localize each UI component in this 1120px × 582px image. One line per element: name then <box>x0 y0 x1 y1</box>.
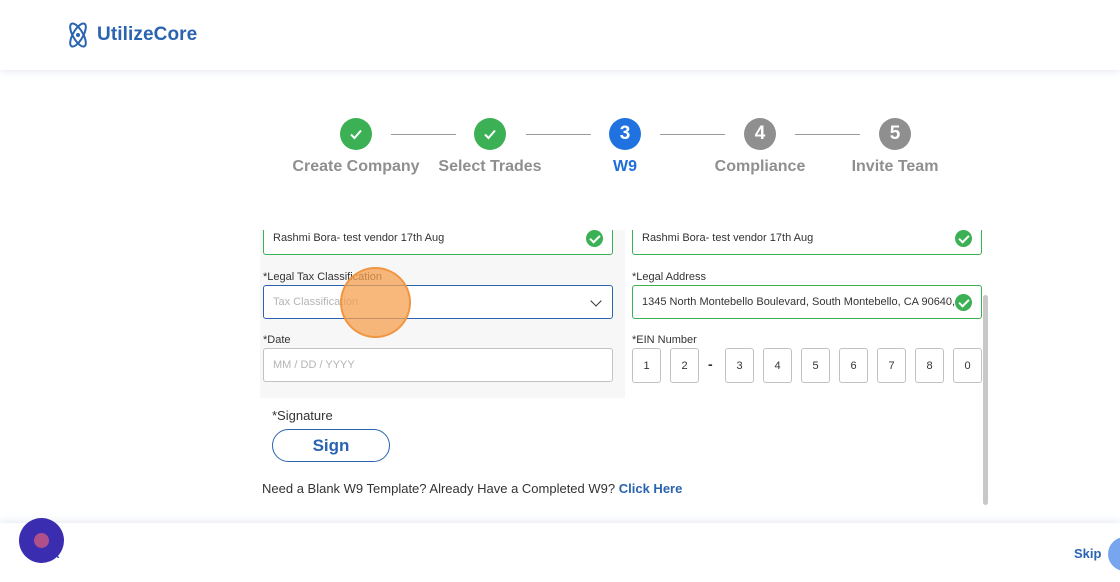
legal-name-value: Rashmi Bora- test vendor 17th Aug <box>642 232 814 244</box>
step-select-trades[interactable]: Select Trades <box>420 118 560 175</box>
legal-address-value: 1345 North Montebello Boulevard, South M… <box>642 296 956 308</box>
chat-icon <box>34 533 49 548</box>
ein-dash: - <box>708 356 713 372</box>
ein-digit-9[interactable]: 0 <box>953 348 982 383</box>
ein-digit-7[interactable]: 7 <box>877 348 906 383</box>
chevron-down-icon[interactable] <box>590 295 602 307</box>
legal-name-field-left[interactable]: Rashmi Bora- test vendor 17th Aug <box>263 230 613 255</box>
step-label: Select Trades <box>438 158 542 175</box>
check-icon <box>955 294 972 311</box>
legal-address-label: *Legal Address <box>632 271 706 283</box>
step-w9[interactable]: 3 W9 <box>555 118 695 175</box>
step-compliance[interactable]: 4 Compliance <box>690 118 830 175</box>
sign-button[interactable]: Sign <box>272 429 390 462</box>
ein-digit-8[interactable]: 8 <box>915 348 944 383</box>
date-input[interactable]: MM / DD / YYYY <box>263 348 613 382</box>
ein-digit-2[interactable]: 2 <box>670 348 699 383</box>
step-number: 4 <box>744 118 776 150</box>
step-circle <box>340 118 372 150</box>
step-label: Invite Team <box>851 158 939 175</box>
atom-logo-icon <box>69 22 87 48</box>
skip-button[interactable]: Skip <box>1074 546 1101 561</box>
check-icon <box>586 230 603 247</box>
step-create-company[interactable]: Create Company <box>286 118 426 175</box>
check-icon <box>955 230 972 247</box>
step-circle <box>474 118 506 150</box>
step-number: 5 <box>879 118 911 150</box>
legal-address-field[interactable]: 1345 North Montebello Boulevard, South M… <box>632 285 982 319</box>
tax-classification-select[interactable]: Tax Classification <box>263 285 613 319</box>
ein-label: *EIN Number <box>632 334 697 346</box>
stepper: Create Company Select Trades 3 W9 4 Comp… <box>0 116 1120 206</box>
form-scrollbar[interactable] <box>983 295 988 505</box>
legal-name-field-right[interactable]: Rashmi Bora- test vendor 17th Aug <box>632 230 982 255</box>
click-indicator <box>340 267 411 338</box>
ein-digit-3[interactable]: 3 <box>725 348 754 383</box>
step-label: Compliance <box>714 158 806 175</box>
header: UtilizeCore <box>0 0 1120 70</box>
date-label: *Date <box>263 334 291 346</box>
check-icon <box>350 129 362 140</box>
ein-digit-4[interactable]: 4 <box>763 348 792 383</box>
click-here-link[interactable]: Click Here <box>619 481 683 496</box>
date-placeholder: MM / DD / YYYY <box>273 359 355 371</box>
logo[interactable]: UtilizeCore <box>63 20 197 50</box>
ein-digit-1[interactable]: 1 <box>632 348 661 383</box>
blank-w9-text: Need a Blank W9 Template? Already Have a… <box>262 481 682 496</box>
next-button[interactable] <box>1108 537 1120 571</box>
check-icon <box>484 129 496 140</box>
signature-label: *Signature <box>272 408 333 423</box>
blank-w9-prompt: Need a Blank W9 Template? Already Have a… <box>262 481 616 496</box>
step-label: Create Company <box>292 158 420 175</box>
step-number: 3 <box>609 118 641 150</box>
logo-text: UtilizeCore <box>97 24 198 45</box>
legal-name-value: Rashmi Bora- test vendor 17th Aug <box>273 232 445 244</box>
step-invite-team[interactable]: 5 Invite Team <box>825 118 965 175</box>
ein-digit-6[interactable]: 6 <box>839 348 868 383</box>
chat-widget-button[interactable] <box>19 518 64 563</box>
step-label: W9 <box>613 158 637 175</box>
ein-digit-5[interactable]: 5 <box>801 348 830 383</box>
footer: ck Skip <box>0 523 1120 582</box>
